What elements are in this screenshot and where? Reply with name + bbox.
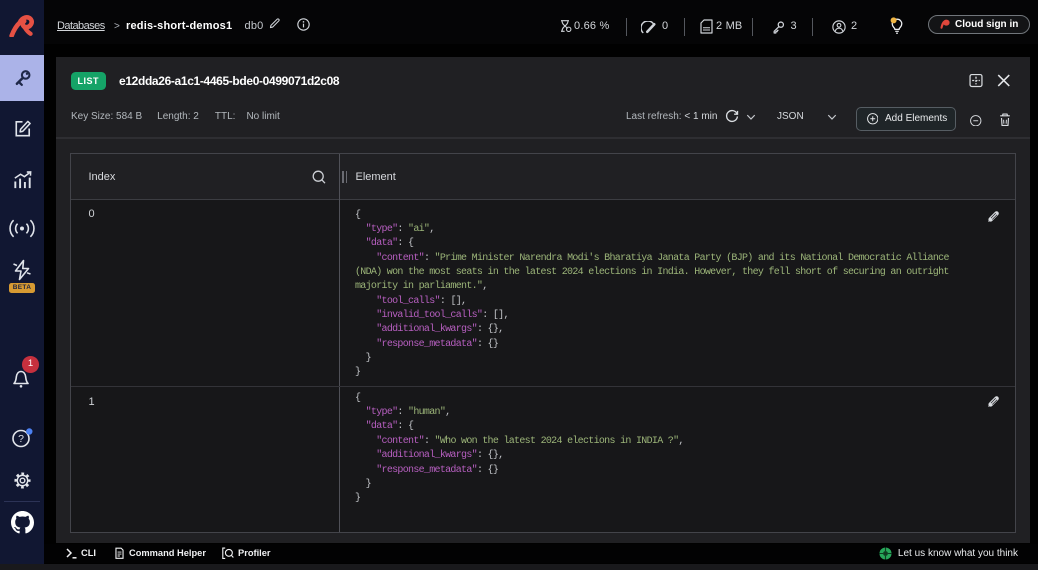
svg-text:?: ? (18, 433, 24, 445)
